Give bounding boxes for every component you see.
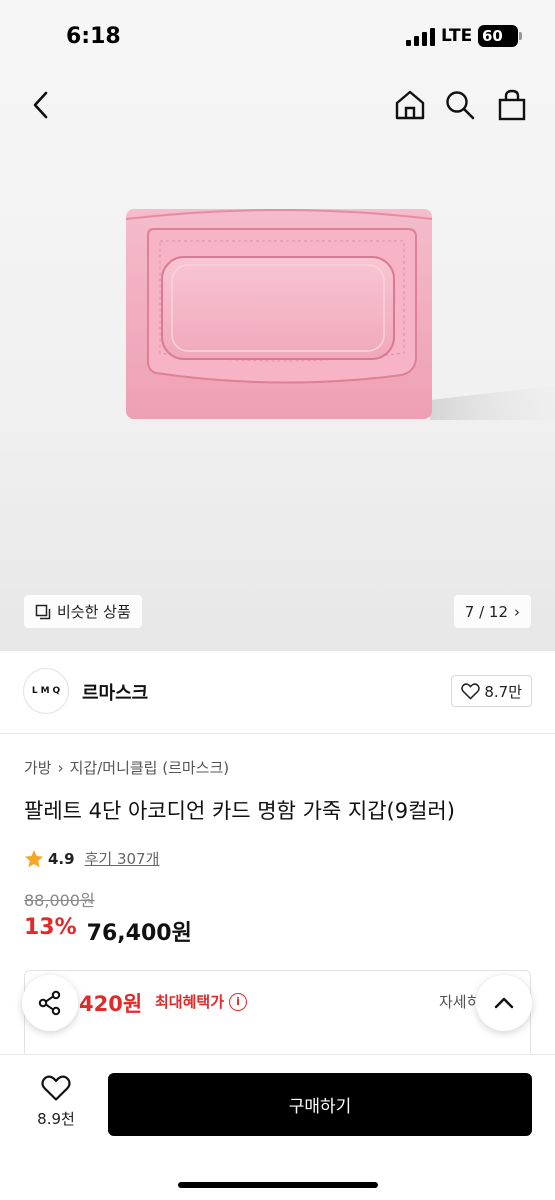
discount-rate: 13% — [24, 915, 77, 940]
brand-like-button[interactable]: 8.7만 — [451, 675, 532, 707]
breadcrumb-subcategory[interactable]: 지갑/머니클립 (르마스크) — [70, 757, 230, 778]
signal-icon — [406, 28, 436, 46]
review-count-link[interactable]: 후기 307개 — [85, 848, 160, 869]
brand-name[interactable]: 르마스크 — [82, 679, 148, 705]
copy-icon — [35, 604, 51, 619]
breadcrumb: 가방 › 지갑/머니클립 (르마스크) — [24, 757, 229, 778]
bottom-action-bar: 8.9천 구매하기 — [0, 1054, 555, 1200]
home-icon[interactable] — [394, 88, 426, 122]
buy-button[interactable]: 구매하기 — [108, 1073, 532, 1136]
similar-products-label: 비슷한 상품 — [57, 603, 131, 621]
breadcrumb-category[interactable]: 가방 — [24, 757, 52, 778]
back-icon[interactable] — [26, 88, 56, 122]
rating-value: 4.9 — [48, 849, 75, 868]
network-type: LTE — [441, 26, 473, 46]
home-indicator — [178, 1182, 378, 1188]
benefit-detail-link[interactable]: 자세히 — [439, 991, 480, 1012]
shopping-bag-icon[interactable] — [496, 88, 528, 122]
product-image — [125, 209, 555, 420]
benefit-label-group: 최대혜택가 i — [155, 991, 248, 1012]
info-icon[interactable]: i — [229, 992, 248, 1011]
heart-icon — [461, 682, 481, 699]
status-bar: 6:18 LTE 60 — [0, 0, 555, 72]
wishlist-count: 8.9천 — [37, 1110, 75, 1128]
star-icon — [25, 849, 43, 867]
original-price: 88,000원 — [24, 891, 95, 910]
brand-like-count: 8.7만 — [484, 682, 522, 701]
heart-icon — [41, 1075, 71, 1101]
similar-products-button[interactable]: 비슷한 상품 — [24, 595, 142, 628]
product-title: 팔레트 4단 아코디언 카드 명함 가죽 지갑(9컬러) — [24, 799, 455, 823]
chevron-right-icon: › — [57, 758, 64, 777]
page-counter-text: 7 / 12 — [464, 602, 508, 621]
wishlist-button[interactable]: 8.9천 — [28, 1075, 84, 1129]
price-row: 13% 76,400원 — [24, 915, 192, 947]
brand-logo[interactable]: LMQ — [23, 668, 69, 714]
share-button[interactable] — [22, 975, 78, 1031]
share-icon — [38, 990, 61, 1016]
brand-row: LMQ 르마스크 8.7만 — [0, 651, 555, 734]
search-icon[interactable] — [444, 88, 476, 122]
battery-icon: 60 — [478, 25, 522, 47]
image-page-counter[interactable]: 7 / 12 › — [453, 595, 531, 628]
scroll-top-button[interactable] — [476, 975, 532, 1031]
product-image-gallery[interactable]: 비슷한 상품 7 / 12 › — [0, 0, 555, 651]
chevron-right-icon: › — [514, 602, 520, 621]
chevron-up-icon — [494, 997, 514, 1009]
rating-row: 4.9 후기 307개 — [24, 848, 159, 869]
benefit-label: 최대혜택가 — [155, 993, 225, 1011]
benefit-price: 420원 — [79, 992, 143, 1016]
sale-price: 76,400원 — [86, 921, 192, 946]
status-time: 6:18 — [66, 24, 121, 49]
